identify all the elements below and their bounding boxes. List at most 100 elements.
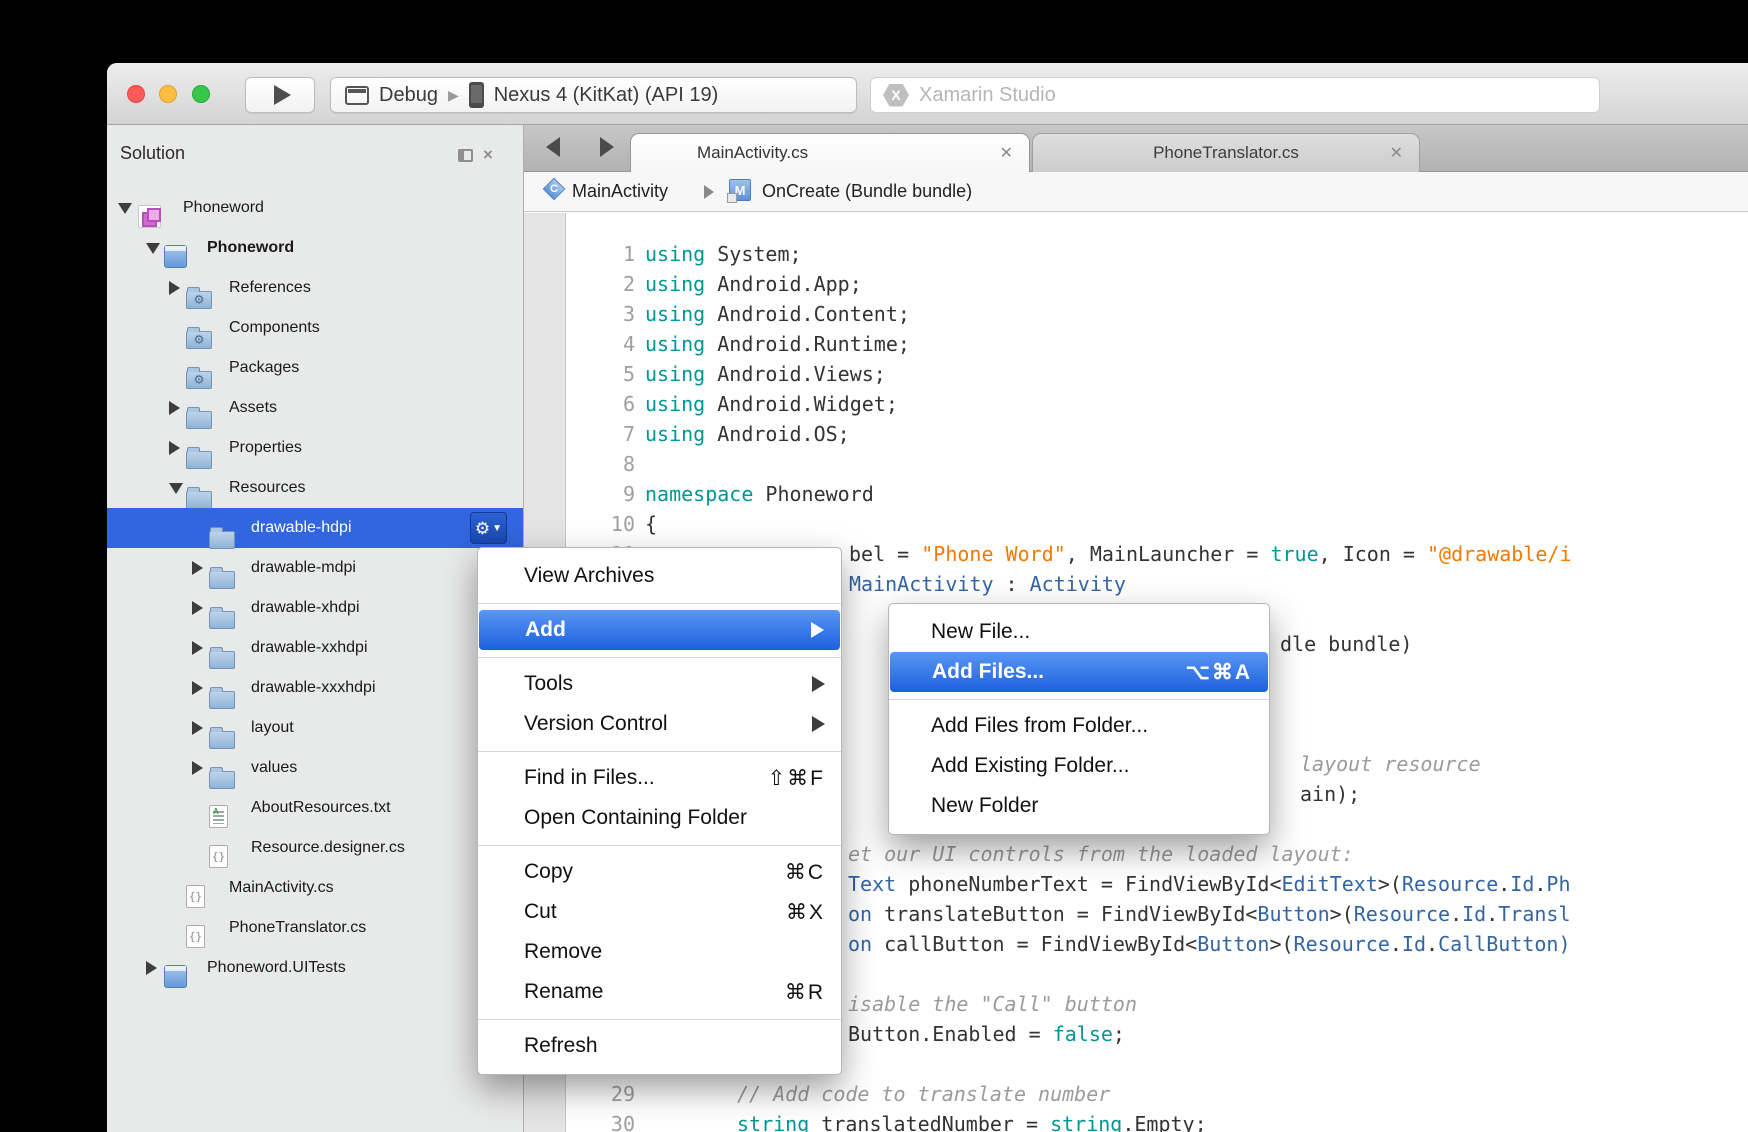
menu-item-version-control[interactable]: Version Control — [478, 704, 841, 744]
collapse-icon[interactable] — [146, 243, 160, 254]
close-pad-icon[interactable]: × — [483, 145, 493, 165]
tree-item-drawable-mdpi[interactable]: drawable-mdpi — [107, 548, 523, 588]
navigate-forward-icon[interactable] — [600, 137, 614, 157]
expand-icon[interactable] — [169, 441, 180, 455]
code-line-6: 6using Android.Widget; — [524, 389, 1748, 419]
tree-item-packages[interactable]: Packages — [107, 348, 523, 388]
tree-item-assets[interactable]: Assets — [107, 388, 523, 428]
code-line-8: 8 — [524, 449, 1748, 479]
zoom-traffic-light[interactable] — [192, 85, 210, 103]
expand-icon[interactable] — [169, 281, 180, 295]
menu-item-label: New Folder — [931, 794, 1038, 818]
build-target-selector[interactable]: Debug ▶ Nexus 4 (KitKat) (API 19) — [330, 77, 857, 113]
menu-item-view-archives[interactable]: View Archives — [478, 556, 841, 596]
tree-item-components[interactable]: Components — [107, 308, 523, 348]
menu-item-rename[interactable]: Rename⌘R — [478, 972, 841, 1012]
tab-mainactivity[interactable]: MainActivity.cs ✕ — [630, 133, 1030, 172]
folder-icon — [209, 731, 235, 749]
tree-item-layout[interactable]: layout — [107, 708, 523, 748]
tree-item-phoneword-uitests[interactable]: Phoneword.UITests — [107, 948, 523, 988]
expand-icon[interactable] — [192, 721, 203, 735]
tree-item-properties[interactable]: Properties — [107, 428, 523, 468]
menu-item-tools[interactable]: Tools — [478, 664, 841, 704]
tree-item-label: Resource.designer.cs — [251, 839, 405, 857]
add-submenu: New File... Add Files... ⌥⌘A Add Files from… — [888, 603, 1270, 835]
submenu-arrow-icon — [811, 622, 824, 638]
tree-item-drawable-xxhdpi[interactable]: drawable-xxhdpi — [107, 628, 523, 668]
menu-item-label: Add Files from Folder... — [931, 714, 1148, 738]
menu-separator — [478, 596, 841, 610]
menu-item-refresh[interactable]: Refresh — [478, 1026, 841, 1066]
item-options-gear-button[interactable]: ⚙▼ — [470, 512, 507, 544]
menu-item-cut[interactable]: Cut⌘X — [478, 892, 841, 932]
line-number: 3 — [524, 299, 635, 329]
run-button[interactable] — [245, 77, 315, 113]
expand-icon[interactable] — [169, 401, 180, 415]
menu-shortcut: ⇧⌘F — [768, 766, 825, 791]
tree-item-label: drawable-xxhdpi — [251, 639, 368, 657]
code-line-9: 9namespace Phoneword — [524, 479, 1748, 509]
menu-item-label: Find in Files... — [524, 766, 655, 790]
breadcrumb-member[interactable]: OnCreate (Bundle bundle) — [762, 181, 972, 202]
tree-item-aboutresources-txt[interactable]: AboutResources.txt — [107, 788, 523, 828]
folder-icon — [186, 451, 212, 469]
tree-item-phoneword[interactable]: Phoneword — [107, 228, 523, 268]
code-text: namespace Phoneword — [645, 479, 874, 509]
menu-item-add-files-from-folder[interactable]: Add Files from Folder... — [889, 706, 1269, 746]
menu-item-label: Add Files... — [932, 660, 1044, 684]
menu-item-add-files[interactable]: Add Files... ⌥⌘A — [890, 652, 1268, 692]
tree-item-resources[interactable]: Resources — [107, 468, 523, 508]
collapse-icon[interactable] — [118, 203, 132, 214]
close-tab-icon[interactable]: ✕ — [1000, 143, 1013, 163]
navigate-back-icon[interactable] — [546, 137, 560, 157]
close-traffic-light[interactable] — [127, 85, 145, 103]
xamarin-studio-window: Debug ▶ Nexus 4 (KitKat) (API 19) X Xama… — [107, 63, 1748, 1132]
close-tab-icon[interactable]: ✕ — [1390, 143, 1403, 163]
expand-icon[interactable] — [192, 601, 203, 615]
search-input[interactable]: X Xamarin Studio — [870, 77, 1600, 113]
menu-item-remove[interactable]: Remove — [478, 932, 841, 972]
expand-icon[interactable] — [192, 681, 203, 695]
menu-item-add-existing-folder[interactable]: Add Existing Folder... — [889, 746, 1269, 786]
menu-item-copy[interactable]: Copy⌘C — [478, 852, 841, 892]
tab-phonetranslator[interactable]: PhoneTranslator.cs ✕ — [1032, 133, 1420, 172]
tree-item-drawable-xxxhdpi[interactable]: drawable-xxxhdpi — [107, 668, 523, 708]
code-text: layout resource — [1300, 749, 1481, 779]
solution-pad-header: Solution × — [107, 125, 523, 188]
code-line-3: 3using Android.Content; — [524, 299, 1748, 329]
menu-item-open-containing-folder[interactable]: Open Containing Folder — [478, 798, 841, 838]
screen: Debug ▶ Nexus 4 (KitKat) (API 19) X Xama… — [0, 0, 1748, 1132]
expand-icon[interactable] — [192, 561, 203, 575]
tree-item-mainactivity-cs[interactable]: MainActivity.cs — [107, 868, 523, 908]
tree-item-resource-designer-cs[interactable]: Resource.designer.cs — [107, 828, 523, 868]
folder-gear-icon — [186, 291, 212, 309]
tree-item-drawable-hdpi[interactable]: drawable-hdpi⚙▼ — [107, 508, 523, 548]
menu-item-new-folder[interactable]: New Folder — [889, 786, 1269, 826]
collapse-icon[interactable] — [169, 483, 183, 494]
tree-item-drawable-xhdpi[interactable]: drawable-xhdpi — [107, 588, 523, 628]
expand-icon[interactable] — [192, 641, 203, 655]
menu-item-label: New File... — [931, 620, 1030, 644]
menu-item-find-in-files[interactable]: Find in Files... ⇧⌘F — [478, 758, 841, 798]
play-icon — [274, 85, 291, 105]
code-text: et our UI controls from the loaded layou… — [848, 839, 1354, 869]
tree-item-references[interactable]: References — [107, 268, 523, 308]
breadcrumb-class[interactable]: MainActivity — [572, 181, 668, 202]
expand-icon[interactable] — [146, 961, 157, 975]
menu-item-new-file[interactable]: New File... — [889, 612, 1269, 652]
dock-panel-icon[interactable] — [458, 149, 473, 162]
folder-icon — [209, 611, 235, 629]
expand-icon[interactable] — [192, 761, 203, 775]
menu-item-label: View Archives — [524, 564, 654, 588]
menu-shortcut: ⌥⌘A — [1186, 660, 1252, 685]
menu-item-add[interactable]: Add — [479, 610, 840, 650]
code-text: on translateButton = FindViewById<Button… — [848, 899, 1571, 929]
tree-item-values[interactable]: values — [107, 748, 523, 788]
tree-item-phonetranslator-cs[interactable]: PhoneTranslator.cs — [107, 908, 523, 948]
tree-item-phoneword[interactable]: Phoneword — [107, 188, 523, 228]
configuration-icon — [345, 86, 369, 105]
folder-icon — [209, 771, 235, 789]
line-number: 10 — [524, 509, 635, 539]
minimize-traffic-light[interactable] — [159, 85, 177, 103]
tab-label: MainActivity.cs — [697, 143, 808, 163]
